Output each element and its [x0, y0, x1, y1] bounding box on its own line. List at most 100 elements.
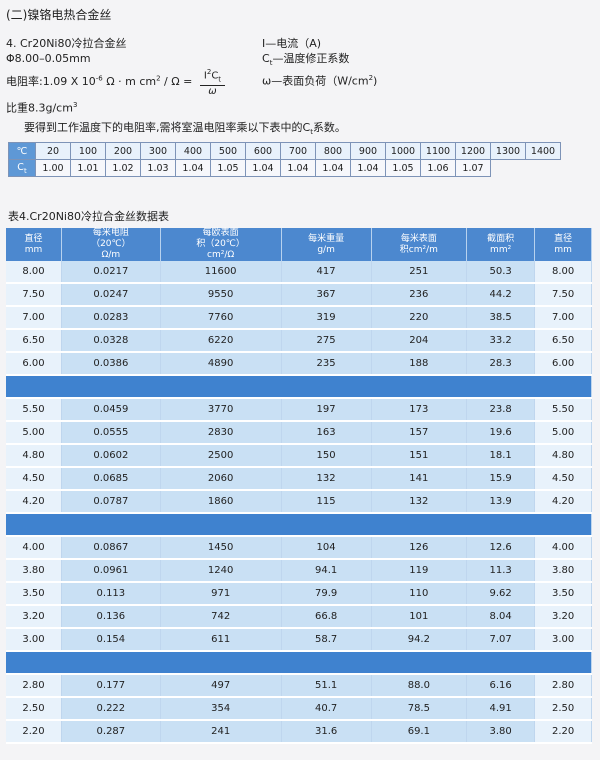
table-row: 2.20 0.287 241 31.6 69.1 3.80 2.20: [6, 720, 592, 744]
table-cell: 1860: [160, 490, 282, 514]
table-cell: 0.222: [61, 697, 161, 721]
table-cell: 354: [160, 697, 282, 721]
ct-temp-label: ℃: [8, 142, 36, 160]
table-cell: 18.1: [466, 444, 536, 468]
ct-coef-cell: 1.04: [350, 159, 386, 177]
table-cell: 2060: [160, 467, 282, 491]
table-cell: 94.2: [371, 628, 468, 652]
ct-temp-cell: 700: [280, 142, 316, 160]
table-cell: 6.16: [466, 674, 536, 698]
ct-note: 要得到工作温度下的电阻率,需将室温电阻率乘以下表中的Ct系数。: [24, 119, 346, 136]
table-cell: 7760: [160, 306, 282, 330]
column-header-line: 积cm²/m: [399, 244, 438, 255]
table-cell: 3.20: [534, 605, 592, 629]
table-cell: 78.5: [371, 697, 468, 721]
ct-coef-cell: 1.04: [315, 159, 351, 177]
table-cell: 3.80: [6, 559, 62, 583]
table-row: 6.00 0.0386 4890 235 188 28.3 6.00: [6, 352, 592, 376]
table-cell: 11600: [160, 261, 282, 284]
table-row: 7.50 0.0247 9550 367 236 44.2 7.50: [6, 283, 592, 307]
table-cell: 7.07: [466, 628, 536, 652]
column-header-line: 截面积: [487, 233, 515, 244]
table-cell: 0.113: [61, 582, 161, 606]
legend-coefficient: Ct—温度修正系数: [262, 51, 377, 71]
ct-coefficient-row: Ct 1.00 1.01 1.02 1.03 1.04 1.05 1.04 1.04 1.04 1…: [8, 159, 561, 177]
table-cell: 8.00: [6, 261, 62, 284]
table-cell: 3.80: [534, 559, 592, 583]
table-cell: 235: [281, 352, 372, 376]
table-row: 3.80 0.0961 1240 94.1 119 11.3 3.80: [6, 559, 592, 583]
legend-coef-prefix: C: [262, 52, 270, 65]
table-cell: 2.80: [534, 674, 592, 698]
table-cell: 7.00: [534, 306, 592, 330]
table-cell: 9550: [160, 283, 282, 307]
column-header: 直径 mm: [534, 228, 592, 261]
table-cell: 204: [371, 329, 468, 353]
table-cell: 4.80: [534, 444, 592, 468]
table-cell: 7.50: [6, 283, 62, 307]
table-cell: 0.0602: [61, 444, 161, 468]
ct-temp-cell: 800: [315, 142, 351, 160]
ct-coef-cell: 1.01: [70, 159, 106, 177]
table-cell: 0.0685: [61, 467, 161, 491]
ct-coef-cell: 1.05: [385, 159, 421, 177]
table-cell: 88.0: [371, 674, 468, 698]
column-header-line: 每米电阻: [92, 228, 129, 238]
ct-coef-cell: [526, 160, 561, 177]
ct-coef-cell: 1.04: [280, 159, 316, 177]
table-cell: 19.6: [466, 421, 536, 445]
table-cell: 132: [371, 490, 468, 514]
table-cell: 188: [371, 352, 468, 376]
table-cell: 0.0328: [61, 329, 161, 353]
density-exponent: 3: [72, 101, 78, 110]
table-cell: 417: [281, 261, 372, 284]
column-header-line: 直径: [554, 233, 573, 244]
table-cell: 58.7: [281, 628, 372, 652]
density-label: 比重8.3g/cm3: [6, 98, 225, 116]
table-cell: 2.20: [534, 720, 592, 744]
density-prefix: 比重8.3g/cm: [6, 101, 73, 115]
table-cell: 2.50: [534, 697, 592, 721]
group-separator-band: [6, 375, 592, 399]
table-cell: 3.50: [6, 582, 62, 606]
alloy-data-table: 直径 mm 每米电阻 （20℃） Ω/m 每欧表面 积（20℃） cm²/Ω 每米重量 g/m 每米…: [6, 228, 592, 744]
table-cell: 3.50: [534, 582, 592, 606]
table-cell: 6.00: [534, 352, 592, 376]
table-cell: 126: [371, 536, 468, 560]
table-body: 8.00 0.0217 11600 417 251 50.3 8.00 7.50 0.0247 9…: [6, 261, 592, 744]
table-cell: 5.00: [6, 421, 62, 445]
table-row: 4.00 0.0867 1450 104 126 12.6 4.00: [6, 536, 592, 560]
table-cell: 28.3: [466, 352, 536, 376]
ct-coef-cell: 1.05: [210, 159, 246, 177]
column-header: 每米电阻 （20℃） Ω/m: [61, 228, 161, 261]
table-cell: 31.6: [281, 720, 372, 744]
column-header-line: 每米表面: [400, 233, 437, 244]
table-row: 8.00 0.0217 11600 417 251 50.3 8.00: [6, 261, 592, 284]
separator-cell: [6, 375, 592, 399]
table-cell: 23.8: [466, 398, 536, 422]
table-row: 7.00 0.0283 7760 319 220 38.5 7.00: [6, 306, 592, 330]
resistivity-formula: 电阻率:1.09 X 10-6 Ω · m cm2 / Ω = I2Ct ω: [6, 66, 226, 98]
ct-temp-cell: 500: [210, 142, 246, 160]
table-cell: 4890: [160, 352, 282, 376]
table-cell: 0.0555: [61, 421, 161, 445]
table-cell: 5.50: [6, 398, 62, 422]
column-header-line: （20℃）: [91, 239, 131, 249]
ct-temp-cell: 400: [175, 142, 211, 160]
column-header-line: cm²/Ω: [207, 250, 235, 260]
ct-temp-cell: 1000: [385, 142, 421, 160]
table-cell: 157: [371, 421, 468, 445]
table-cell: 5.50: [534, 398, 592, 422]
table-cell: 0.0867: [61, 536, 161, 560]
table-cell: 5.00: [534, 421, 592, 445]
table-row: 4.80 0.0602 2500 150 151 18.1 4.80: [6, 444, 592, 468]
table-cell: 6.00: [6, 352, 62, 376]
table-cell: 0.287: [61, 720, 161, 744]
table-cell: 44.2: [466, 283, 536, 307]
table-cell: 971: [160, 582, 282, 606]
table-cell: 79.9: [281, 582, 372, 606]
column-header-line: 积（20℃）: [196, 239, 245, 249]
ct-coef-cell: 1.04: [175, 159, 211, 177]
ct-temp-cell: 600: [245, 142, 281, 160]
column-header-line: mm: [24, 244, 43, 255]
